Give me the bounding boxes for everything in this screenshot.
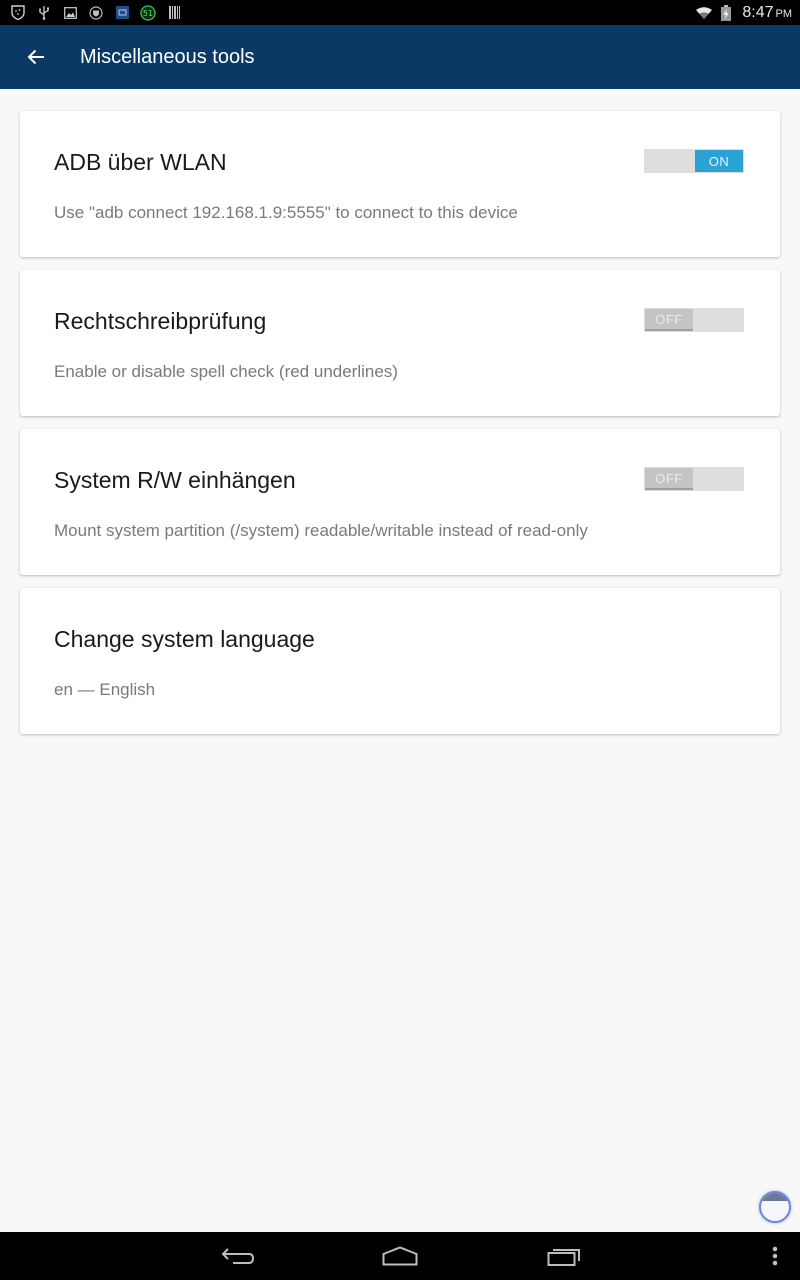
setting-title: System R/W einhängen — [54, 467, 296, 493]
svg-text:51: 51 — [143, 9, 153, 18]
shield-icon — [10, 5, 26, 21]
setting-card-system-language[interactable]: Change system language en — English — [20, 588, 780, 734]
setting-title: Rechtschreibprüfung — [54, 308, 267, 334]
toggle-label: OFF — [645, 309, 693, 331]
adb-wlan-toggle[interactable]: ON — [644, 149, 744, 173]
status-bar: 51 8:47 PM — [0, 0, 800, 25]
setting-subtitle: Mount system partition (/system) readabl… — [54, 521, 588, 540]
nav-back-button[interactable] — [212, 1232, 264, 1280]
overflow-menu-icon — [772, 1246, 778, 1266]
setting-subtitle: Enable or disable spell check (red under… — [54, 362, 398, 381]
toggle-label: OFF — [645, 468, 693, 490]
nav-overflow-menu-button[interactable] — [760, 1232, 790, 1280]
nav-home-button[interactable] — [374, 1232, 426, 1280]
system-status: 8:47 PM — [696, 4, 800, 22]
setting-title: Change system language — [54, 626, 315, 652]
notification-icons: 51 — [0, 4, 192, 21]
barcode-icon — [166, 5, 182, 21]
back-icon — [221, 1248, 255, 1264]
page-title: Miscellaneous tools — [80, 45, 255, 68]
home-icon — [382, 1246, 418, 1266]
badge-51-icon: 51 — [140, 4, 156, 21]
floating-screenshot-bubble[interactable] — [759, 1191, 791, 1223]
setting-card-adb-wlan[interactable]: ADB über WLAN Use "adb connect 192.168.1… — [20, 111, 780, 257]
back-button[interactable] — [0, 25, 72, 89]
setting-subtitle: en — English — [54, 680, 156, 699]
wifi-icon — [696, 5, 713, 21]
app-bar: Miscellaneous tools — [0, 25, 800, 89]
arrow-left-icon — [27, 49, 44, 65]
bubble-preview-bar — [761, 1193, 789, 1201]
recents-icon — [547, 1249, 580, 1266]
system-rw-toggle[interactable]: OFF — [644, 467, 744, 491]
toggle-label: ON — [695, 150, 743, 172]
nav-recents-button[interactable] — [538, 1232, 590, 1280]
image-icon — [62, 5, 78, 21]
setting-title: ADB über WLAN — [54, 149, 227, 175]
setting-subtitle: Use "adb connect 192.168.1.9:5555" to co… — [54, 203, 518, 222]
vpn-shield-icon — [88, 5, 104, 21]
usb-icon — [36, 5, 52, 21]
app-notification-icon — [114, 5, 130, 21]
clock: 8:47 PM — [742, 3, 792, 21]
setting-card-system-rw[interactable]: System R/W einhängen Mount system partit… — [20, 429, 780, 575]
setting-card-spell-check[interactable]: Rechtschreibprüfung Enable or disable sp… — [20, 270, 780, 416]
battery-charging-icon — [718, 4, 734, 21]
spell-check-toggle[interactable]: OFF — [644, 308, 744, 332]
navigation-bar — [0, 1232, 800, 1280]
